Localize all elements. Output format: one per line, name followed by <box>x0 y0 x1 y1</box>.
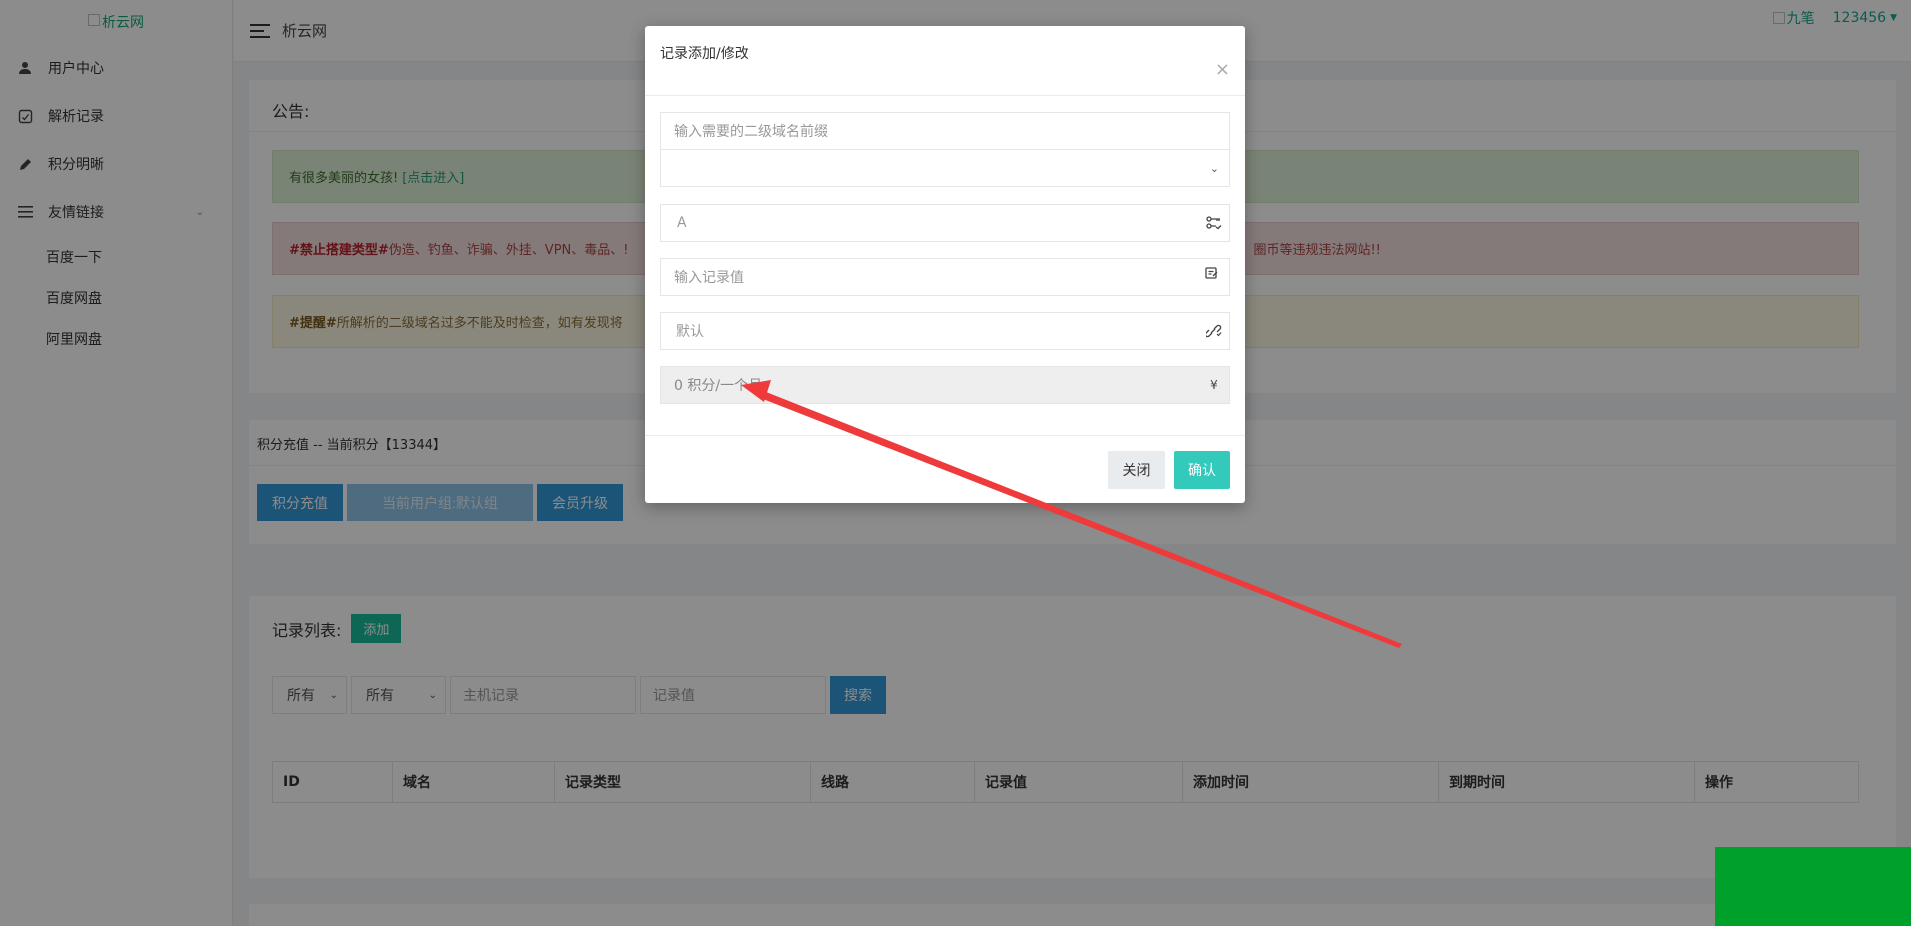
record-value-field[interactable]: 输入记录值 <box>660 258 1230 296</box>
yen-icon: ¥ <box>1210 378 1218 392</box>
record-type-input[interactable]: A <box>660 204 1230 242</box>
close-button[interactable]: 关闭 <box>1108 450 1165 489</box>
key-icon <box>1205 214 1223 232</box>
link-icon <box>1205 322 1223 340</box>
close-icon[interactable]: × <box>1215 61 1230 79</box>
confirm-button[interactable]: 确认 <box>1174 450 1230 489</box>
prefix-input[interactable]: 输入需要的二级域名前缀 <box>660 112 1230 150</box>
record-type-value: A <box>677 215 687 231</box>
cost-field: 0 积分/一个月 ¥ <box>660 366 1230 404</box>
edit-icon <box>1205 267 1223 285</box>
domain-select[interactable]: ⌄ <box>660 149 1230 187</box>
chevron-down-icon: ⌄ <box>1209 161 1219 175</box>
green-block <box>1715 847 1911 926</box>
record-modal: 记录添加/修改 × 输入需要的二级域名前缀 ⌄ A 输入记录值 默认 0 积分/… <box>645 26 1245 503</box>
modal-title: 记录添加/修改 <box>660 46 749 62</box>
cost-value: 0 积分/一个月 <box>674 378 763 394</box>
line-value: 默认 <box>676 324 704 340</box>
line-field[interactable]: 默认 <box>660 312 1230 350</box>
